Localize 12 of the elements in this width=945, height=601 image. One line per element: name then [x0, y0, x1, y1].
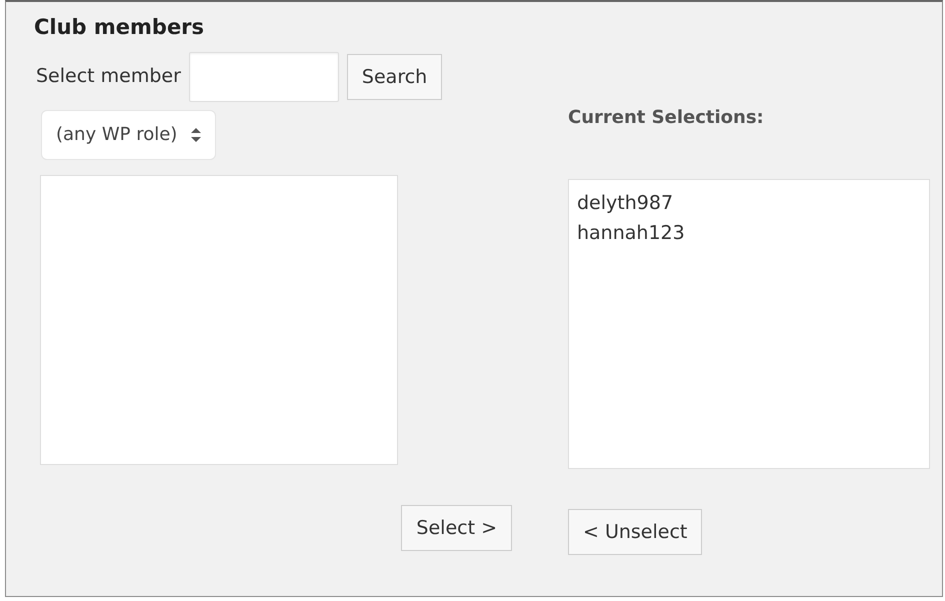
panel-title: Club members	[34, 14, 206, 41]
member-listbox[interactable]	[40, 174, 398, 464]
up-down-arrows-icon	[191, 128, 202, 142]
search-button[interactable]: Search	[346, 54, 442, 100]
list-item[interactable]: hannah123	[577, 218, 921, 248]
section-heading: Current Selections:	[568, 106, 765, 130]
list-item[interactable]: delyth987	[577, 188, 921, 218]
field-label: Select member	[36, 64, 181, 90]
search-field[interactable]	[188, 52, 339, 102]
select-button[interactable]: Select >	[401, 504, 512, 550]
role-dropdown[interactable]: (any WP role)	[41, 110, 216, 160]
unselect-button[interactable]: < Unselect	[568, 508, 702, 554]
